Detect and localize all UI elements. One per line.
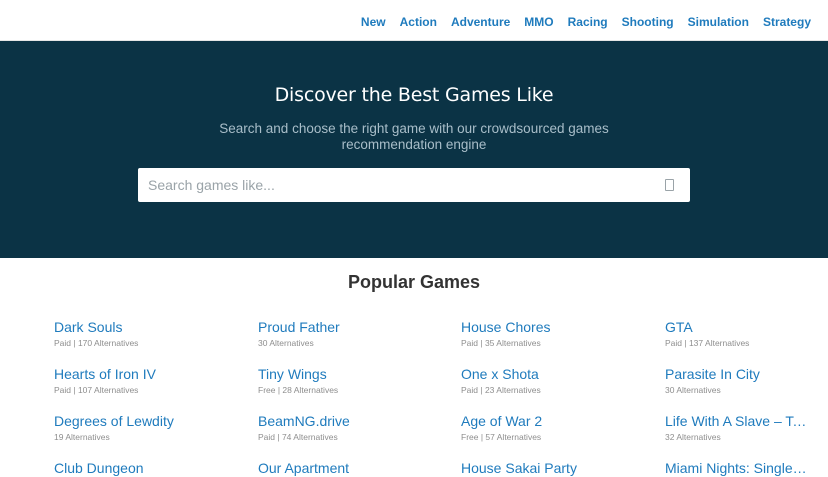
category-menu: New Action Adventure MMO Racing Shooting… [361, 13, 811, 31]
top-navigation: New Action Adventure MMO Racing Shooting… [0, 0, 828, 41]
nav-link-mmo[interactable]: MMO [524, 15, 553, 29]
game-meta: 30 Alternatives [258, 338, 314, 348]
nav-item-strategy[interactable]: Strategy [763, 13, 811, 31]
nav-link-adventure[interactable]: Adventure [451, 15, 510, 29]
game-title-link[interactable]: Parasite In City [665, 365, 810, 383]
game-meta: Paid | 137 Alternatives [665, 338, 750, 348]
nav-link-new[interactable]: New [361, 15, 386, 29]
game-item[interactable]: Proud Father 30 Alternatives [258, 318, 418, 349]
game-item[interactable]: Hearts of Iron IV Paid | 107 Alternative… [54, 365, 214, 396]
game-item[interactable]: Age of War 2 Free | 57 Alternatives [461, 412, 621, 443]
game-item[interactable]: Miami Nights: Singles in the City [665, 459, 810, 477]
hero-title: Discover the Best Games Like [274, 84, 554, 106]
nav-link-racing[interactable]: Racing [568, 15, 608, 29]
game-item[interactable]: GTA Paid | 137 Alternatives [665, 318, 810, 349]
game-item[interactable]: BeamNG.drive Paid | 74 Alternatives [258, 412, 418, 443]
game-item[interactable]: One x Shota Paid | 23 Alternatives [461, 365, 621, 396]
game-item[interactable]: Tiny Wings Free | 28 Alternatives [258, 365, 418, 396]
game-meta: 19 Alternatives [54, 432, 110, 442]
nav-item-mmo[interactable]: MMO [524, 13, 553, 31]
game-meta: 30 Alternatives [665, 385, 721, 395]
game-meta: 32 Alternatives [665, 432, 721, 442]
game-title-link[interactable]: Club Dungeon [54, 459, 214, 477]
search-icon[interactable] [665, 179, 674, 191]
game-title-link[interactable]: One x Shota [461, 365, 621, 383]
game-title-link[interactable]: GTA [665, 318, 810, 336]
game-meta: Paid | 170 Alternatives [54, 338, 139, 348]
game-item[interactable]: Degrees of Lewdity 19 Alternatives [54, 412, 214, 443]
search-input[interactable] [138, 168, 638, 202]
game-item[interactable]: Parasite In City 30 Alternatives [665, 365, 810, 396]
game-item[interactable]: House Sakai Party [461, 459, 621, 477]
nav-link-shooting[interactable]: Shooting [622, 15, 674, 29]
game-item[interactable]: Life With A Slave – Teaching Feeling 32 … [665, 412, 810, 443]
game-title-link[interactable]: Hearts of Iron IV [54, 365, 214, 383]
game-title-link[interactable]: Life With A Slave – Teaching Feeling [665, 412, 810, 430]
nav-link-strategy[interactable]: Strategy [763, 15, 811, 29]
search-box [138, 168, 690, 202]
hero-section: Discover the Best Games Like Search and … [0, 41, 828, 258]
game-title-link[interactable]: House Chores [461, 318, 621, 336]
game-meta: Paid | 74 Alternatives [258, 432, 338, 442]
game-title-link[interactable]: BeamNG.drive [258, 412, 418, 430]
nav-link-action[interactable]: Action [400, 15, 437, 29]
game-title-link[interactable]: Proud Father [258, 318, 418, 336]
game-title-link[interactable]: Miami Nights: Singles in the City [665, 459, 810, 477]
nav-link-simulation[interactable]: Simulation [688, 15, 749, 29]
game-meta: Paid | 35 Alternatives [461, 338, 541, 348]
game-item[interactable]: Our Apartment [258, 459, 418, 477]
nav-item-simulation[interactable]: Simulation [688, 13, 749, 31]
nav-item-racing[interactable]: Racing [568, 13, 608, 31]
game-item[interactable]: House Chores Paid | 35 Alternatives [461, 318, 621, 349]
game-meta: Free | 28 Alternatives [258, 385, 339, 395]
game-item[interactable]: Club Dungeon [54, 459, 214, 477]
nav-item-action[interactable]: Action [400, 13, 437, 31]
game-title-link[interactable]: Degrees of Lewdity [54, 412, 214, 430]
game-meta: Paid | 107 Alternatives [54, 385, 139, 395]
game-title-link[interactable]: Dark Souls [54, 318, 214, 336]
game-title-link[interactable]: Our Apartment [258, 459, 418, 477]
game-item[interactable]: Dark Souls Paid | 170 Alternatives [54, 318, 214, 349]
nav-item-new[interactable]: New [361, 13, 386, 31]
game-title-link[interactable]: House Sakai Party [461, 459, 621, 477]
game-meta: Free | 57 Alternatives [461, 432, 542, 442]
nav-item-shooting[interactable]: Shooting [622, 13, 674, 31]
game-title-link[interactable]: Age of War 2 [461, 412, 621, 430]
hero-subtitle: Search and choose the right game with ou… [219, 121, 609, 152]
game-title-link[interactable]: Tiny Wings [258, 365, 418, 383]
nav-item-adventure[interactable]: Adventure [451, 13, 510, 31]
game-meta: Paid | 23 Alternatives [461, 385, 541, 395]
popular-games-title: Popular Games [347, 272, 481, 292]
